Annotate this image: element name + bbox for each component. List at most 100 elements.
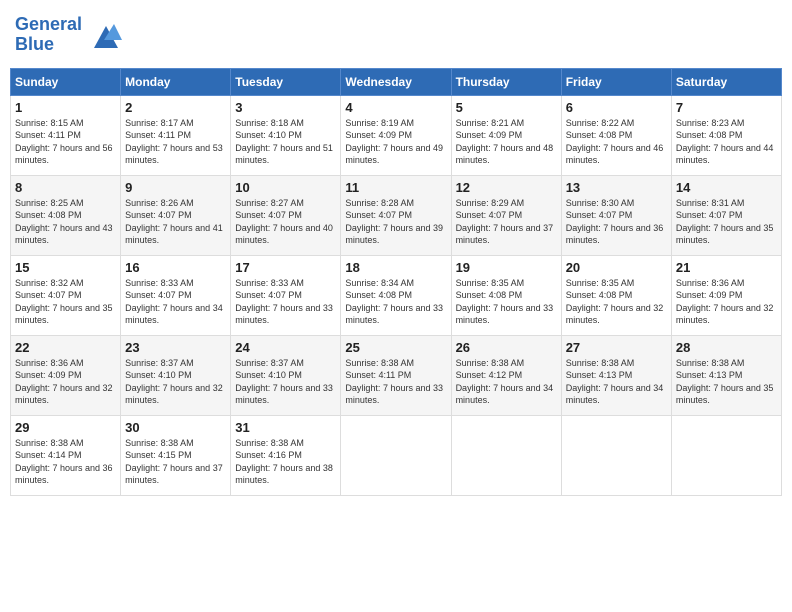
day-number: 29 (15, 420, 116, 435)
calendar-cell: 11 Sunrise: 8:28 AM Sunset: 4:07 PM Dayl… (341, 175, 451, 255)
day-number: 22 (15, 340, 116, 355)
calendar-cell: 21 Sunrise: 8:36 AM Sunset: 4:09 PM Dayl… (671, 255, 781, 335)
day-info: Sunrise: 8:34 AM Sunset: 4:08 PM Dayligh… (345, 277, 446, 327)
calendar-cell: 8 Sunrise: 8:25 AM Sunset: 4:08 PM Dayli… (11, 175, 121, 255)
day-number: 1 (15, 100, 116, 115)
day-info: Sunrise: 8:18 AM Sunset: 4:10 PM Dayligh… (235, 117, 336, 167)
calendar-cell: 7 Sunrise: 8:23 AM Sunset: 4:08 PM Dayli… (671, 95, 781, 175)
weekday-header: Friday (561, 68, 671, 95)
calendar-table: SundayMondayTuesdayWednesdayThursdayFrid… (10, 68, 782, 496)
day-info: Sunrise: 8:37 AM Sunset: 4:10 PM Dayligh… (235, 357, 336, 407)
day-info: Sunrise: 8:38 AM Sunset: 4:15 PM Dayligh… (125, 437, 226, 487)
day-info: Sunrise: 8:38 AM Sunset: 4:13 PM Dayligh… (566, 357, 667, 407)
day-number: 31 (235, 420, 336, 435)
day-number: 12 (456, 180, 557, 195)
calendar-cell: 23 Sunrise: 8:37 AM Sunset: 4:10 PM Dayl… (121, 335, 231, 415)
calendar-cell: 15 Sunrise: 8:32 AM Sunset: 4:07 PM Dayl… (11, 255, 121, 335)
day-info: Sunrise: 8:36 AM Sunset: 4:09 PM Dayligh… (676, 277, 777, 327)
calendar-cell: 29 Sunrise: 8:38 AM Sunset: 4:14 PM Dayl… (11, 415, 121, 495)
calendar-cell: 6 Sunrise: 8:22 AM Sunset: 4:08 PM Dayli… (561, 95, 671, 175)
calendar-cell: 24 Sunrise: 8:37 AM Sunset: 4:10 PM Dayl… (231, 335, 341, 415)
calendar-cell: 10 Sunrise: 8:27 AM Sunset: 4:07 PM Dayl… (231, 175, 341, 255)
day-info: Sunrise: 8:27 AM Sunset: 4:07 PM Dayligh… (235, 197, 336, 247)
calendar-cell: 26 Sunrise: 8:38 AM Sunset: 4:12 PM Dayl… (451, 335, 561, 415)
day-info: Sunrise: 8:38 AM Sunset: 4:13 PM Dayligh… (676, 357, 777, 407)
weekday-header: Tuesday (231, 68, 341, 95)
calendar-cell: 13 Sunrise: 8:30 AM Sunset: 4:07 PM Dayl… (561, 175, 671, 255)
day-info: Sunrise: 8:25 AM Sunset: 4:08 PM Dayligh… (15, 197, 116, 247)
day-number: 24 (235, 340, 336, 355)
day-info: Sunrise: 8:33 AM Sunset: 4:07 PM Dayligh… (235, 277, 336, 327)
day-number: 4 (345, 100, 446, 115)
day-number: 10 (235, 180, 336, 195)
day-number: 3 (235, 100, 336, 115)
day-number: 7 (676, 100, 777, 115)
day-info: Sunrise: 8:21 AM Sunset: 4:09 PM Dayligh… (456, 117, 557, 167)
calendar-cell: 30 Sunrise: 8:38 AM Sunset: 4:15 PM Dayl… (121, 415, 231, 495)
calendar-cell: 16 Sunrise: 8:33 AM Sunset: 4:07 PM Dayl… (121, 255, 231, 335)
day-number: 26 (456, 340, 557, 355)
day-number: 17 (235, 260, 336, 275)
day-number: 13 (566, 180, 667, 195)
weekday-header: Wednesday (341, 68, 451, 95)
calendar-cell: 2 Sunrise: 8:17 AM Sunset: 4:11 PM Dayli… (121, 95, 231, 175)
calendar-cell (671, 415, 781, 495)
weekday-header: Thursday (451, 68, 561, 95)
calendar-cell (341, 415, 451, 495)
day-number: 30 (125, 420, 226, 435)
calendar-week-row: 22 Sunrise: 8:36 AM Sunset: 4:09 PM Dayl… (11, 335, 782, 415)
calendar-cell: 14 Sunrise: 8:31 AM Sunset: 4:07 PM Dayl… (671, 175, 781, 255)
calendar-cell: 25 Sunrise: 8:38 AM Sunset: 4:11 PM Dayl… (341, 335, 451, 415)
day-info: Sunrise: 8:33 AM Sunset: 4:07 PM Dayligh… (125, 277, 226, 327)
day-info: Sunrise: 8:31 AM Sunset: 4:07 PM Dayligh… (676, 197, 777, 247)
day-info: Sunrise: 8:15 AM Sunset: 4:11 PM Dayligh… (15, 117, 116, 167)
calendar-cell: 9 Sunrise: 8:26 AM Sunset: 4:07 PM Dayli… (121, 175, 231, 255)
day-info: Sunrise: 8:23 AM Sunset: 4:08 PM Dayligh… (676, 117, 777, 167)
day-number: 15 (15, 260, 116, 275)
day-info: Sunrise: 8:19 AM Sunset: 4:09 PM Dayligh… (345, 117, 446, 167)
day-info: Sunrise: 8:37 AM Sunset: 4:10 PM Dayligh… (125, 357, 226, 407)
day-info: Sunrise: 8:35 AM Sunset: 4:08 PM Dayligh… (456, 277, 557, 327)
calendar-week-row: 15 Sunrise: 8:32 AM Sunset: 4:07 PM Dayl… (11, 255, 782, 335)
calendar-cell: 28 Sunrise: 8:38 AM Sunset: 4:13 PM Dayl… (671, 335, 781, 415)
calendar-week-row: 29 Sunrise: 8:38 AM Sunset: 4:14 PM Dayl… (11, 415, 782, 495)
logo: GeneralBlue (15, 15, 122, 55)
page-header: GeneralBlue (10, 10, 782, 60)
day-number: 5 (456, 100, 557, 115)
day-number: 27 (566, 340, 667, 355)
calendar-cell: 18 Sunrise: 8:34 AM Sunset: 4:08 PM Dayl… (341, 255, 451, 335)
weekday-header: Monday (121, 68, 231, 95)
day-number: 6 (566, 100, 667, 115)
day-number: 9 (125, 180, 226, 195)
weekday-header: Saturday (671, 68, 781, 95)
logo-text: GeneralBlue (15, 15, 82, 55)
day-info: Sunrise: 8:26 AM Sunset: 4:07 PM Dayligh… (125, 197, 226, 247)
day-number: 8 (15, 180, 116, 195)
day-number: 16 (125, 260, 226, 275)
weekday-header-row: SundayMondayTuesdayWednesdayThursdayFrid… (11, 68, 782, 95)
calendar-cell: 4 Sunrise: 8:19 AM Sunset: 4:09 PM Dayli… (341, 95, 451, 175)
day-number: 23 (125, 340, 226, 355)
day-number: 21 (676, 260, 777, 275)
day-info: Sunrise: 8:36 AM Sunset: 4:09 PM Dayligh… (15, 357, 116, 407)
calendar-cell (451, 415, 561, 495)
calendar-cell: 19 Sunrise: 8:35 AM Sunset: 4:08 PM Dayl… (451, 255, 561, 335)
day-info: Sunrise: 8:22 AM Sunset: 4:08 PM Dayligh… (566, 117, 667, 167)
calendar-cell: 17 Sunrise: 8:33 AM Sunset: 4:07 PM Dayl… (231, 255, 341, 335)
logo-icon (86, 20, 122, 50)
day-number: 25 (345, 340, 446, 355)
day-info: Sunrise: 8:38 AM Sunset: 4:16 PM Dayligh… (235, 437, 336, 487)
day-number: 2 (125, 100, 226, 115)
calendar-cell: 3 Sunrise: 8:18 AM Sunset: 4:10 PM Dayli… (231, 95, 341, 175)
day-info: Sunrise: 8:28 AM Sunset: 4:07 PM Dayligh… (345, 197, 446, 247)
calendar-cell: 12 Sunrise: 8:29 AM Sunset: 4:07 PM Dayl… (451, 175, 561, 255)
day-info: Sunrise: 8:29 AM Sunset: 4:07 PM Dayligh… (456, 197, 557, 247)
day-info: Sunrise: 8:32 AM Sunset: 4:07 PM Dayligh… (15, 277, 116, 327)
calendar-cell: 27 Sunrise: 8:38 AM Sunset: 4:13 PM Dayl… (561, 335, 671, 415)
calendar-cell (561, 415, 671, 495)
day-number: 18 (345, 260, 446, 275)
day-number: 19 (456, 260, 557, 275)
calendar-cell: 1 Sunrise: 8:15 AM Sunset: 4:11 PM Dayli… (11, 95, 121, 175)
day-info: Sunrise: 8:35 AM Sunset: 4:08 PM Dayligh… (566, 277, 667, 327)
day-number: 11 (345, 180, 446, 195)
